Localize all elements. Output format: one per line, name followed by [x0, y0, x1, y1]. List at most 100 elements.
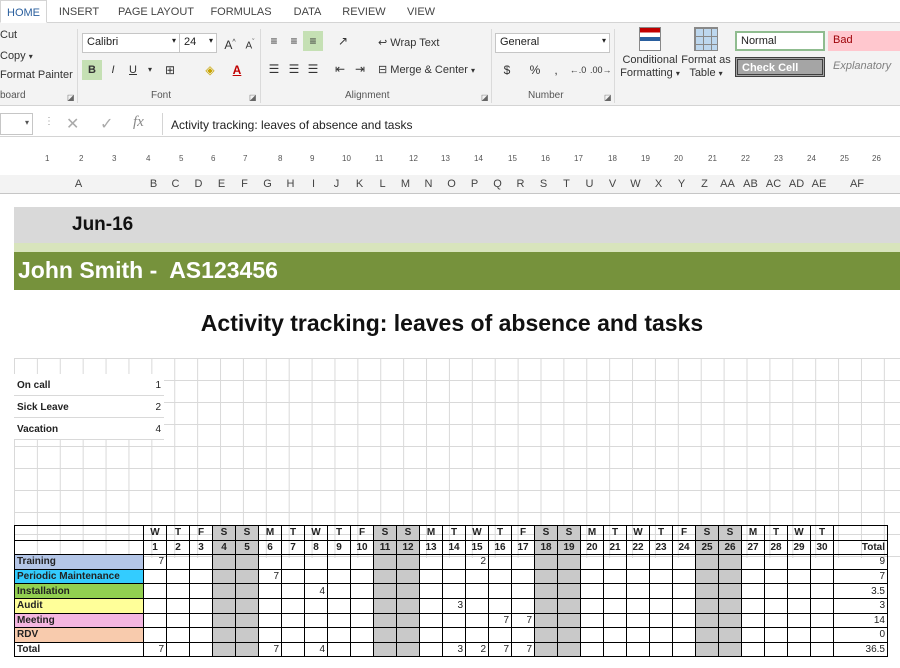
day-value-cell[interactable] — [558, 613, 581, 628]
tab-formulas[interactable]: FORMULAS — [201, 0, 281, 23]
employee-name[interactable]: John Smith - AS123456 — [18, 257, 278, 284]
day-cell[interactable]: 13 — [420, 540, 443, 555]
total-header-blank[interactable] — [834, 526, 888, 541]
column-header-l[interactable]: L — [371, 175, 394, 194]
column-header-v[interactable]: V — [601, 175, 624, 194]
day-value-cell[interactable] — [259, 613, 282, 628]
day-value-cell[interactable] — [811, 569, 834, 584]
table-corner-cell[interactable] — [15, 540, 144, 555]
day-value-cell[interactable] — [420, 628, 443, 643]
day-value-cell[interactable] — [466, 569, 489, 584]
day-value-cell[interactable] — [167, 598, 190, 613]
day-cell[interactable]: 19 — [558, 540, 581, 555]
day-value-cell[interactable] — [397, 555, 420, 570]
day-value-cell[interactable] — [696, 584, 719, 599]
day-value-cell[interactable] — [397, 642, 420, 657]
day-value-cell[interactable] — [144, 598, 167, 613]
day-value-cell[interactable] — [190, 613, 213, 628]
day-value-cell[interactable]: 7 — [259, 642, 282, 657]
day-value-cell[interactable] — [788, 642, 811, 657]
day-value-cell[interactable] — [673, 642, 696, 657]
day-value-cell[interactable] — [328, 613, 351, 628]
day-value-cell[interactable] — [213, 584, 236, 599]
day-value-cell[interactable] — [535, 613, 558, 628]
weekday-cell[interactable]: T — [489, 526, 512, 541]
day-value-cell[interactable]: 2 — [466, 555, 489, 570]
day-value-cell[interactable]: 3 — [443, 642, 466, 657]
day-value-cell[interactable] — [788, 555, 811, 570]
dialog-launcher-icon[interactable]: ◪ — [249, 93, 257, 102]
cut-button[interactable]: Cut — [0, 29, 17, 41]
increase-decimal-icon[interactable]: ←.0 — [568, 60, 588, 80]
day-value-cell[interactable] — [650, 569, 673, 584]
day-cell[interactable]: 4 — [213, 540, 236, 555]
day-value-cell[interactable] — [305, 628, 328, 643]
day-value-cell[interactable] — [420, 555, 443, 570]
weekday-cell[interactable]: T — [811, 526, 834, 541]
day-cell[interactable]: 18 — [535, 540, 558, 555]
day-value-cell[interactable] — [466, 613, 489, 628]
day-cell[interactable]: 23 — [650, 540, 673, 555]
day-value-cell[interactable] — [765, 584, 788, 599]
day-cell[interactable]: 7 — [282, 540, 305, 555]
day-cell[interactable]: 28 — [765, 540, 788, 555]
day-value-cell[interactable] — [374, 598, 397, 613]
day-value-cell[interactable] — [558, 642, 581, 657]
align-middle-icon[interactable]: ≡ — [284, 31, 304, 51]
weekday-cell[interactable]: T — [765, 526, 788, 541]
weekday-cell[interactable]: W — [788, 526, 811, 541]
tab-insert[interactable]: INSERT — [47, 0, 111, 23]
column-header-r[interactable]: R — [509, 175, 532, 194]
day-value-cell[interactable]: 7 — [512, 642, 535, 657]
column-header-j[interactable]: J — [325, 175, 348, 194]
day-value-cell[interactable]: 7 — [144, 642, 167, 657]
day-value-cell[interactable] — [213, 555, 236, 570]
day-value-cell[interactable] — [374, 628, 397, 643]
day-value-cell[interactable]: 4 — [305, 584, 328, 599]
day-cell[interactable]: 5 — [236, 540, 259, 555]
day-value-cell[interactable] — [374, 584, 397, 599]
column-header-u[interactable]: U — [578, 175, 601, 194]
day-value-cell[interactable] — [351, 584, 374, 599]
weekday-cell[interactable]: F — [190, 526, 213, 541]
day-value-cell[interactable] — [190, 555, 213, 570]
day-value-cell[interactable] — [535, 584, 558, 599]
day-value-cell[interactable] — [236, 584, 259, 599]
day-value-cell[interactable] — [558, 569, 581, 584]
day-value-cell[interactable] — [581, 628, 604, 643]
day-cell[interactable]: 16 — [489, 540, 512, 555]
day-value-cell[interactable] — [328, 555, 351, 570]
day-value-cell[interactable] — [627, 555, 650, 570]
day-value-cell[interactable] — [213, 569, 236, 584]
comma-button[interactable]: , — [546, 60, 566, 80]
day-value-cell[interactable] — [696, 628, 719, 643]
weekday-cell[interactable]: M — [259, 526, 282, 541]
number-format-select[interactable]: General▾ — [495, 33, 610, 53]
day-value-cell[interactable] — [213, 642, 236, 657]
formula-input[interactable]: Activity tracking: leaves of absence and… — [162, 113, 900, 135]
style-explanatory[interactable]: Explanatory — [828, 57, 900, 77]
day-value-cell[interactable] — [374, 613, 397, 628]
column-header-ad[interactable]: AD — [785, 175, 808, 194]
weekday-cell[interactable]: T — [167, 526, 190, 541]
weekday-cell[interactable]: F — [673, 526, 696, 541]
day-cell[interactable]: 25 — [696, 540, 719, 555]
day-value-cell[interactable] — [604, 642, 627, 657]
day-value-cell[interactable] — [535, 569, 558, 584]
day-value-cell[interactable] — [581, 584, 604, 599]
day-value-cell[interactable] — [443, 555, 466, 570]
day-value-cell[interactable]: 7 — [489, 613, 512, 628]
day-value-cell[interactable] — [673, 555, 696, 570]
align-right-icon[interactable]: ☰ — [303, 59, 323, 79]
day-value-cell[interactable] — [535, 628, 558, 643]
decrease-decimal-icon[interactable]: .00→ — [590, 60, 610, 80]
day-value-cell[interactable] — [673, 584, 696, 599]
day-value-cell[interactable] — [535, 555, 558, 570]
weekday-cell[interactable]: M — [581, 526, 604, 541]
table-corner-cell[interactable] — [15, 526, 144, 541]
weekday-cell[interactable]: W — [144, 526, 167, 541]
day-value-cell[interactable] — [144, 584, 167, 599]
column-header-ab[interactable]: AB — [739, 175, 762, 194]
italic-button[interactable]: I — [103, 60, 123, 80]
dialog-launcher-icon[interactable]: ◪ — [481, 93, 489, 102]
